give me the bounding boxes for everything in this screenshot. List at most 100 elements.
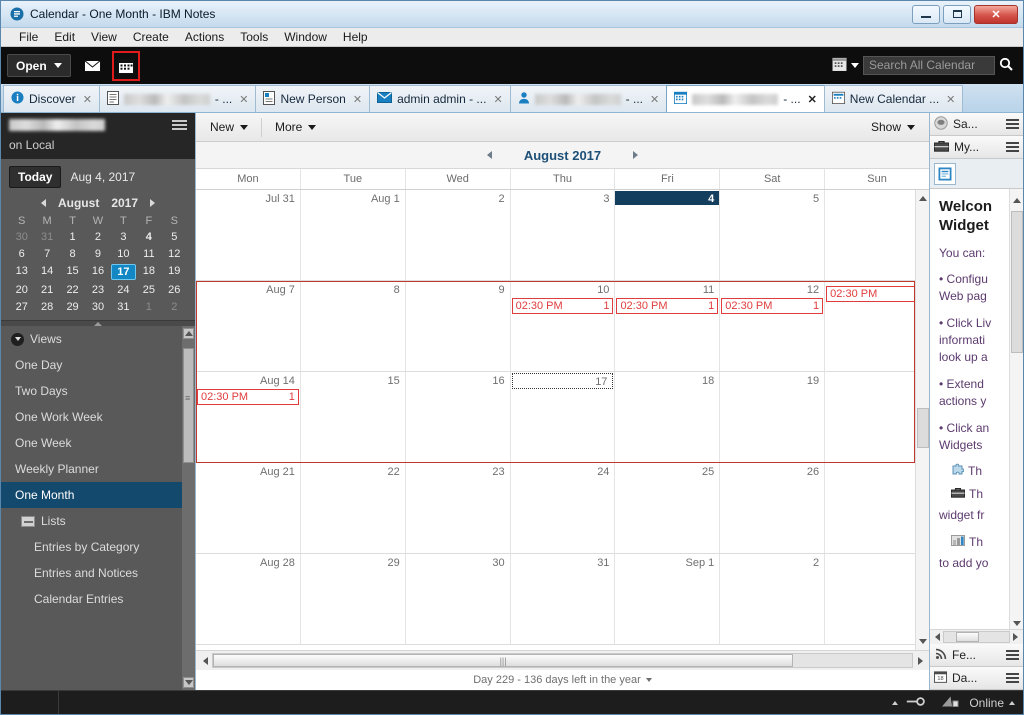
hamburger-icon[interactable]	[1006, 650, 1019, 660]
mini-calendar-day[interactable]: 28	[34, 300, 59, 314]
scroll-up-icon[interactable]	[1011, 191, 1023, 204]
scroll-left-icon[interactable]	[932, 630, 943, 644]
network-icon[interactable]	[941, 695, 959, 711]
tab-contact-redacted[interactable]: - ... ✕	[509, 85, 668, 112]
close-icon[interactable]: ✕	[808, 93, 817, 106]
calendar-day-cell[interactable]: 26	[720, 463, 826, 553]
next-arrow-icon[interactable]	[150, 199, 156, 207]
today-button[interactable]: Today	[9, 166, 62, 188]
mini-calendar-day[interactable]: 6	[9, 247, 34, 261]
mini-calendar-grid[interactable]: S M T W T F S 30 31 1 2 3 4 5 6 7 8 9 10 11 12 13 14 15 16 17 18 19…	[9, 215, 187, 314]
show-button[interactable]: Show	[861, 116, 925, 139]
mini-calendar-day[interactable]: 30	[9, 230, 34, 244]
calendar-day-cell[interactable]: Aug 14 02:30 PM 1	[196, 372, 301, 462]
calendar-day-cell[interactable]: 31	[511, 554, 616, 644]
sidebar-item-one-day[interactable]: One Day	[1, 352, 195, 378]
calendar-day-cell[interactable]: 2	[720, 554, 826, 644]
calendar-day-cell[interactable]	[825, 372, 929, 462]
calendar-day-cell[interactable]: 18	[615, 372, 721, 462]
maximize-button[interactable]	[943, 4, 971, 24]
scroll-up-icon[interactable]	[917, 192, 929, 205]
menu-item-tools[interactable]: Tools	[232, 28, 276, 47]
calendar-day-cell[interactable]: 5	[720, 190, 826, 280]
sidebar-item-two-days[interactable]: Two Days	[1, 378, 195, 404]
calendar-day-cell[interactable]: 24	[511, 463, 616, 553]
hamburger-icon[interactable]	[1006, 142, 1019, 152]
sidebar-panel-sametime[interactable]: Sa...	[930, 113, 1023, 136]
scroll-up-icon[interactable]	[183, 328, 194, 339]
mini-calendar-day[interactable]: 24	[111, 283, 136, 297]
mini-calendar-day[interactable]: 31	[111, 300, 136, 314]
mini-calendar-day[interactable]: 27	[9, 300, 34, 314]
calendar-entry[interactable]: 02:30 PM 1	[721, 298, 824, 314]
widget-scroll-thumb[interactable]	[1011, 211, 1023, 353]
calendar-day-cell[interactable]: 16	[406, 372, 511, 462]
calendar-day-cell[interactable]: Aug 21	[196, 463, 301, 553]
hamburger-icon[interactable]	[1006, 119, 1019, 129]
mini-calendar-day[interactable]: 15	[60, 264, 85, 280]
calendar-day-cell[interactable]: 10 02:30 PM 1	[511, 281, 616, 371]
calendar-day-cell[interactable]: 19	[720, 372, 826, 462]
minimize-button[interactable]	[912, 4, 940, 24]
tab-discover[interactable]: Discover ✕	[3, 85, 100, 112]
calendar-day-cell[interactable]: 15	[301, 372, 406, 462]
mini-calendar-day[interactable]: 22	[60, 283, 85, 297]
mini-calendar-day[interactable]: 8	[60, 247, 85, 261]
hamburger-icon[interactable]	[1006, 673, 1019, 683]
day-status-bar[interactable]: Day 229 - 136 days left in the year	[196, 670, 929, 690]
sidebar-panel-feeds[interactable]: Fe...	[930, 644, 1023, 667]
mini-calendar-day[interactable]: 11	[136, 247, 161, 261]
close-button[interactable]: ✕	[974, 4, 1018, 24]
sidebar-item-one-work-week[interactable]: One Work Week	[1, 404, 195, 430]
chevron-up-icon[interactable]	[892, 700, 899, 705]
next-month-icon[interactable]	[633, 151, 639, 159]
mini-calendar-day[interactable]: 20	[9, 283, 34, 297]
calendar-entry[interactable]: 02:30 PM 1	[511, 298, 614, 314]
scroll-left-icon[interactable]	[198, 654, 212, 668]
mini-calendar-day[interactable]: 26	[162, 283, 187, 297]
more-button[interactable]: More	[265, 116, 326, 139]
tab-admin-mail[interactable]: admin admin - ... ✕	[369, 85, 511, 112]
calendar-day-cell[interactable]: Aug 7	[196, 281, 301, 371]
tab-new-person[interactable]: New Person ✕	[255, 85, 371, 112]
calendar-day-cell[interactable]: 11 02:30 PM 1	[615, 281, 721, 371]
sidebar-item-one-week[interactable]: One Week	[1, 430, 195, 456]
tab-calendar-active[interactable]: - ... ✕	[666, 85, 825, 112]
open-button[interactable]: Open	[7, 54, 71, 77]
mini-calendar-day[interactable]: 14	[34, 264, 59, 280]
calendar-entry[interactable]: 02:30 PM 1	[197, 389, 299, 405]
mini-calendar-day[interactable]: 1	[136, 300, 161, 314]
calendar-day-cell[interactable]: 4	[615, 190, 721, 280]
mini-calendar-day[interactable]: 10	[111, 247, 136, 261]
calendar-day-cell[interactable]: 3	[511, 190, 616, 280]
menu-item-actions[interactable]: Actions	[177, 28, 232, 47]
menu-item-file[interactable]: File	[11, 28, 46, 47]
widget-hscroll-track[interactable]	[943, 631, 1010, 643]
menu-item-create[interactable]: Create	[125, 28, 177, 47]
views-group-header[interactable]: Views	[1, 326, 195, 352]
sidebar-item-lists[interactable]: Lists	[1, 508, 195, 534]
sidebar-item-weekly-planner[interactable]: Weekly Planner	[1, 456, 195, 482]
online-status[interactable]: Online	[969, 696, 1023, 710]
calendar-day-cell[interactable]: 22	[301, 463, 406, 553]
hamburger-icon[interactable]	[172, 120, 187, 130]
mini-calendar-day[interactable]: 16	[85, 264, 110, 280]
mini-calendar-day[interactable]: 19	[162, 264, 187, 280]
calendar-day-cell[interactable]: 9	[406, 281, 511, 371]
calendar-icon[interactable]	[111, 50, 140, 81]
views-scroll-thumb[interactable]	[183, 348, 194, 463]
scroll-down-icon[interactable]	[917, 635, 929, 648]
scroll-right-icon[interactable]	[1010, 630, 1021, 644]
calendar-day-cell[interactable]: Jul 31	[196, 190, 301, 280]
views-scrollbar[interactable]	[182, 326, 195, 690]
calendar-day-cell[interactable]: Sep 1	[615, 554, 721, 644]
calendar-day-cell[interactable]: Aug 28	[196, 554, 301, 644]
mini-calendar-day[interactable]: 1	[60, 230, 85, 244]
menu-item-view[interactable]: View	[83, 28, 125, 47]
mini-calendar-day[interactable]: 21	[34, 283, 59, 297]
sidebar-item-calendar-entries[interactable]: Calendar Entries	[1, 586, 195, 612]
calendar-entry[interactable]: 02:30 PM	[826, 286, 929, 302]
menu-item-help[interactable]: Help	[335, 28, 376, 47]
calendar-day-cell[interactable]: 8	[301, 281, 406, 371]
tab-document-redacted[interactable]: - ... ✕	[98, 85, 257, 112]
